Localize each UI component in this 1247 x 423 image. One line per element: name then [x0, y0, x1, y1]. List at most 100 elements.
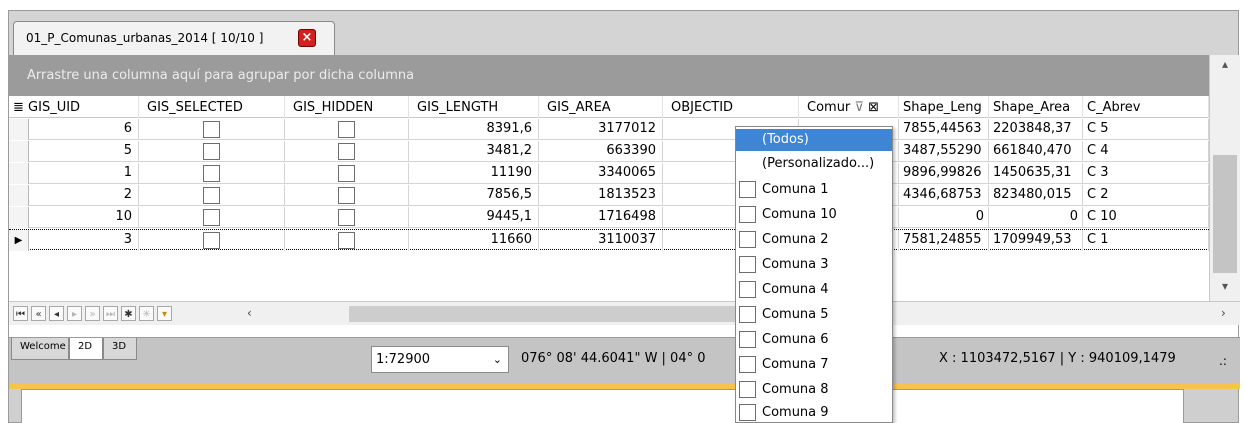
cell-gis-uid[interactable]: 2 — [29, 185, 139, 206]
cell-gis-length[interactable]: 11660 — [409, 230, 539, 251]
filter-icon[interactable]: ▾ — [157, 306, 172, 321]
cell-c-abrev[interactable]: C 2 — [1083, 185, 1209, 206]
cell-gis-area[interactable]: 1716498 — [539, 207, 663, 228]
next-record-icon[interactable]: ▸ — [67, 306, 82, 321]
filter-option[interactable]: Comuna 9 — [736, 401, 892, 423]
cell-shape-area[interactable]: 0 — [989, 207, 1083, 228]
column-selector-icon[interactable]: ≣ — [13, 100, 24, 115]
cell-gis-length[interactable]: 9445,1 — [409, 207, 539, 228]
cell-gis-area[interactable]: 3340065 — [539, 163, 663, 184]
cell-gis-length[interactable]: 7856,5 — [409, 185, 539, 206]
cell-gis-uid[interactable]: 5 — [29, 141, 139, 162]
cell-gis-selected[interactable] — [139, 119, 285, 140]
checkbox[interactable] — [739, 281, 756, 298]
column-header-gis-length[interactable]: GIS_LENGTH — [409, 96, 539, 118]
cell-gis-area[interactable]: 663390 — [539, 141, 663, 162]
table-row[interactable]: 6 8391,6 3177012 7855,44563 2203848,37 C… — [9, 119, 1209, 140]
column-header-shape-leng[interactable]: Shape_Leng — [899, 96, 989, 118]
row-selector[interactable] — [9, 141, 29, 162]
cell-gis-hidden[interactable] — [285, 230, 409, 251]
cell-shape-leng[interactable]: 7581,24855 — [899, 230, 989, 251]
cell-gis-selected[interactable] — [139, 207, 285, 228]
cell-c-abrev[interactable]: C 10 — [1083, 207, 1209, 228]
table-row[interactable]: 2 7856,5 1813523 4346,68753 823480,015 C… — [9, 185, 1209, 206]
table-row[interactable]: 5 3481,2 663390 3487,55290 661840,470 C … — [9, 141, 1209, 162]
vertical-scrollbar[interactable]: ▴ ▾ — [1209, 55, 1240, 301]
cell-gis-selected[interactable] — [139, 163, 285, 184]
table-row-current[interactable]: ▶ 3 11660 3110037 7581,24855 1709949,53 … — [9, 229, 1209, 251]
column-header-gis-uid[interactable]: ≣ GIS_UID — [9, 96, 139, 118]
last-record-icon[interactable]: ⏭ — [103, 306, 118, 321]
row-selector[interactable] — [9, 163, 29, 184]
vertical-scroll-thumb[interactable] — [1213, 155, 1237, 273]
cell-shape-leng[interactable]: 3487,55290 — [899, 141, 989, 162]
cell-c-abrev[interactable]: C 3 — [1083, 163, 1209, 184]
filter-option[interactable]: Comuna 4 — [736, 278, 892, 300]
previous-record-icon[interactable]: ◂ — [49, 306, 64, 321]
cell-shape-area[interactable]: 1450635,31 — [989, 163, 1083, 184]
checkbox[interactable] — [338, 165, 355, 182]
checkbox[interactable] — [739, 356, 756, 373]
current-row-indicator-icon[interactable]: ▶ — [9, 230, 29, 251]
filter-option[interactable]: Comuna 3 — [736, 253, 892, 275]
cell-shape-area[interactable]: 2203848,37 — [989, 119, 1083, 140]
checkbox[interactable] — [739, 181, 756, 198]
cell-gis-hidden[interactable] — [285, 163, 409, 184]
column-header-objectid[interactable]: OBJECTID — [663, 96, 799, 118]
row-selector[interactable] — [9, 119, 29, 140]
checkbox[interactable] — [338, 121, 355, 138]
column-header-comuna[interactable]: Comur ⊽ ⊠ — [799, 96, 899, 118]
cell-shape-leng[interactable]: 0 — [899, 207, 989, 228]
group-by-panel[interactable]: Arrastre una columna aquí para agrupar p… — [9, 55, 1209, 96]
horizontal-scroll-thumb[interactable] — [349, 306, 739, 322]
tab-welcome[interactable]: Welcome — [11, 338, 69, 360]
cell-gis-hidden[interactable] — [285, 119, 409, 140]
filter-option[interactable]: Comuna 6 — [736, 328, 892, 350]
cell-gis-selected[interactable] — [139, 230, 285, 251]
cell-shape-leng[interactable]: 9896,99826 — [899, 163, 989, 184]
cell-gis-selected[interactable] — [139, 141, 285, 162]
checkbox[interactable] — [203, 143, 220, 160]
cell-gis-uid[interactable]: 3 — [29, 230, 139, 251]
filter-dropdown-icon[interactable]: ⊠ — [868, 100, 879, 115]
cell-gis-selected[interactable] — [139, 185, 285, 206]
column-header-gis-selected[interactable]: GIS_SELECTED — [139, 96, 285, 118]
checkbox[interactable] — [203, 165, 220, 182]
checkbox[interactable] — [739, 381, 756, 398]
cell-shape-leng[interactable]: 4346,68753 — [899, 185, 989, 206]
next-page-icon[interactable]: » — [85, 306, 100, 321]
document-tab[interactable]: 01_P_Comunas_urbanas_2014 [ 10/10 ] × — [13, 21, 335, 55]
cell-gis-uid[interactable]: 10 — [29, 207, 139, 228]
row-selector[interactable] — [9, 185, 29, 206]
cell-gis-area[interactable]: 1813523 — [539, 185, 663, 206]
column-header-gis-hidden[interactable]: GIS_HIDDEN — [285, 96, 409, 118]
cell-c-abrev[interactable]: C 5 — [1083, 119, 1209, 140]
checkbox[interactable] — [739, 231, 756, 248]
checkbox[interactable] — [338, 143, 355, 160]
checkbox[interactable] — [203, 121, 220, 138]
cell-gis-hidden[interactable] — [285, 185, 409, 206]
cell-gis-uid[interactable]: 1 — [29, 163, 139, 184]
filter-option[interactable]: Comuna 7 — [736, 353, 892, 375]
first-record-icon[interactable]: ⏮ — [13, 306, 28, 321]
cell-gis-length[interactable]: 8391,6 — [409, 119, 539, 140]
column-header-shape-area[interactable]: Shape_Area — [989, 96, 1083, 118]
tab-3d[interactable]: 3D — [103, 338, 137, 360]
filter-option-todos[interactable]: (Todos) — [736, 129, 892, 151]
scale-select[interactable]: 1:72900 ⌄ — [371, 346, 509, 373]
column-header-gis-area[interactable]: GIS_AREA — [539, 96, 663, 118]
previous-page-icon[interactable]: « — [31, 306, 46, 321]
scroll-left-icon[interactable]: ‹ — [247, 306, 252, 320]
add-record-icon[interactable]: ✱ — [121, 306, 136, 321]
row-selector[interactable] — [9, 207, 29, 228]
checkbox[interactable] — [739, 306, 756, 323]
filter-icon[interactable]: ⊽ — [854, 100, 864, 115]
tab-2d[interactable]: 2D — [69, 338, 103, 360]
checkbox[interactable] — [739, 206, 756, 223]
filter-option[interactable]: Comuna 10 — [736, 203, 892, 225]
cell-gis-area[interactable]: 3110037 — [539, 230, 663, 251]
filter-option[interactable]: Comuna 8 — [736, 378, 892, 400]
scroll-right-icon[interactable]: › — [1221, 306, 1226, 320]
cell-gis-hidden[interactable] — [285, 207, 409, 228]
filter-option[interactable]: Comuna 1 — [736, 178, 892, 200]
